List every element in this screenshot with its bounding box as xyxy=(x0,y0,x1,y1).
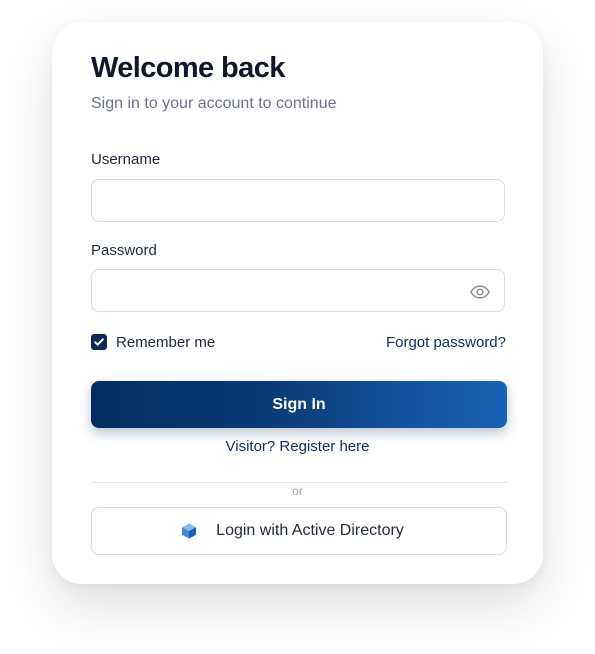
username-label: Username xyxy=(91,151,161,168)
remember-me-checkbox[interactable]: Remember me xyxy=(91,331,215,353)
login-card: Welcome back Sign in to your account to … xyxy=(52,22,543,584)
checkmark-icon[interactable] xyxy=(91,334,107,350)
username-input[interactable] xyxy=(91,179,505,222)
page-title: Welcome back xyxy=(91,52,285,84)
page-background: Welcome back Sign in to your account to … xyxy=(0,0,595,654)
remember-me-label: Remember me xyxy=(116,333,216,351)
divider-line xyxy=(91,482,507,483)
password-input[interactable] xyxy=(91,269,505,312)
forgot-password-link[interactable]: Forgot password? xyxy=(386,334,506,351)
active-directory-login-button[interactable]: Login with Active Directory xyxy=(91,507,507,555)
eye-icon[interactable] xyxy=(469,281,491,303)
register-link[interactable]: Visitor? Register here xyxy=(52,438,543,455)
password-label: Password xyxy=(91,242,157,259)
divider-or-label: or xyxy=(284,484,311,498)
divider-or: or xyxy=(52,484,543,498)
page-subtitle: Sign in to your account to continue xyxy=(91,95,337,112)
cube-icon xyxy=(180,522,198,540)
active-directory-login-label: Login with Active Directory xyxy=(216,522,404,539)
sign-in-button[interactable]: Sign In xyxy=(91,381,507,428)
